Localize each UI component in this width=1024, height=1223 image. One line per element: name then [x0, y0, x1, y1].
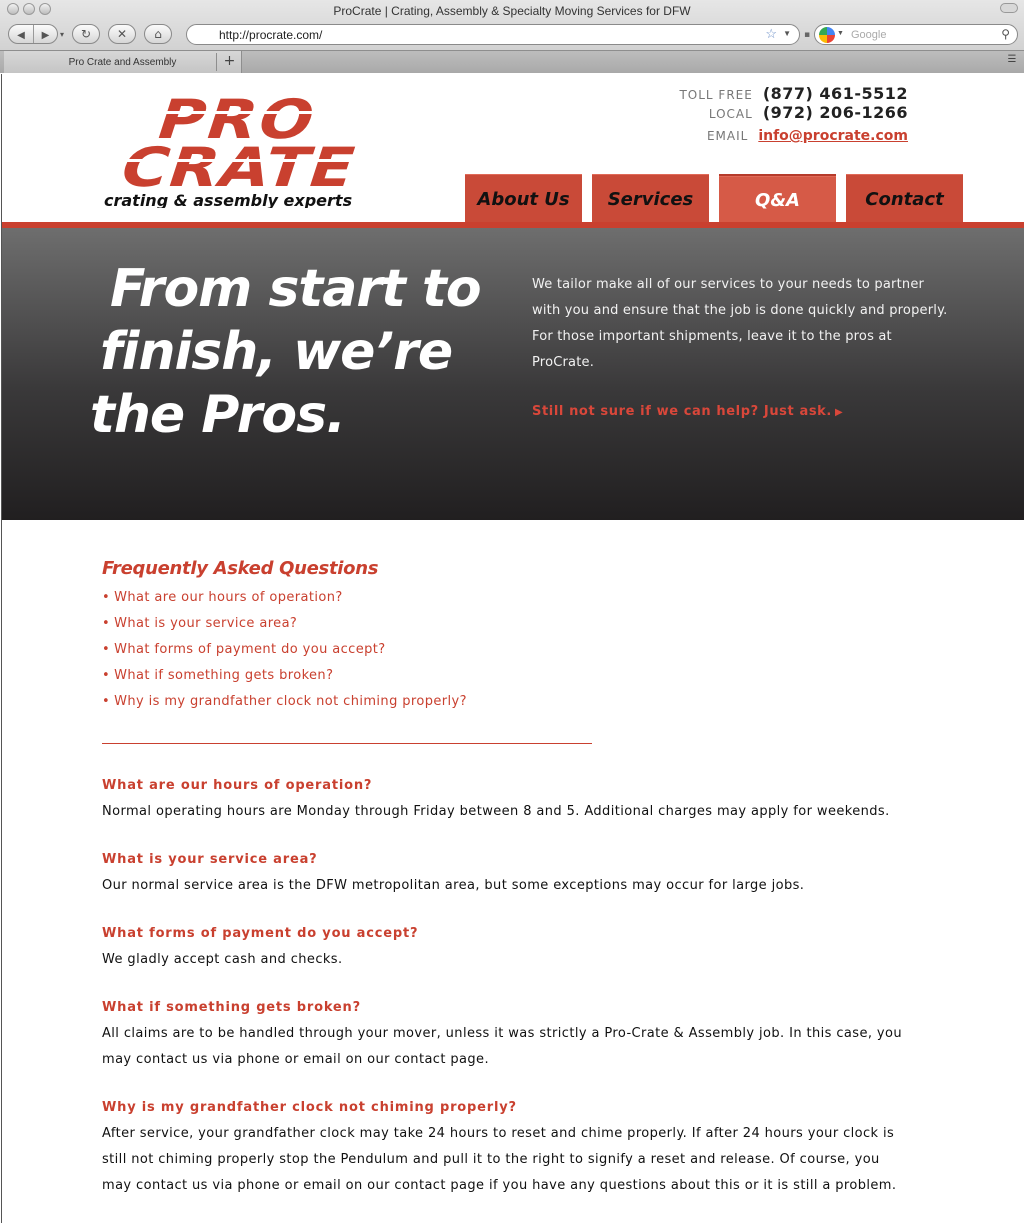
- local-row: LOCAL (972) 206-1266: [679, 103, 908, 122]
- main-navigation: About Us Services Q&A Contact: [465, 174, 963, 224]
- search-engine-separator: ▪: [804, 30, 811, 40]
- ask-link[interactable]: Still not sure if we can help? Just ask.…: [532, 404, 843, 419]
- history-dropdown-icon[interactable]: ▾: [60, 30, 64, 39]
- search-placeholder: Google: [851, 29, 887, 41]
- hero-banner: From start to finish, we’re the Pros. We…: [2, 228, 1024, 520]
- faq-question-heading: What are our hours of operation?: [102, 778, 373, 793]
- url-dropdown-icon[interactable]: ▼: [783, 29, 791, 38]
- faq-answer-text: After service, your grandfather clock ma…: [102, 1126, 897, 1193]
- faq-answer-text: Our normal service area is the DFW metro…: [102, 878, 805, 893]
- home-icon[interactable]: ⌂: [144, 24, 173, 44]
- web-page: PRO CRATE crating & assembly experts TOL…: [1, 74, 1024, 1223]
- faq-link-text: What forms of payment do you accept?: [114, 642, 386, 657]
- search-icon[interactable]: ⚲: [1001, 27, 1010, 41]
- faq-answer-block: What forms of payment do you accept? We …: [102, 925, 922, 973]
- hero-title-line1: From start to: [110, 259, 482, 319]
- faq-content: Frequently Asked Questions • What are our…: [102, 558, 922, 1199]
- contact-info: TOLL FREE (877) 461-5512 LOCAL (972) 206…: [679, 84, 908, 147]
- email-link[interactable]: info@procrate.com: [758, 128, 908, 144]
- new-tab-button[interactable]: +: [216, 53, 242, 71]
- nav-services[interactable]: Services: [592, 174, 709, 224]
- faq-answer-text: We gladly accept cash and checks.: [102, 952, 343, 967]
- tab-bar: Pro Crate and Assembly + ☰: [0, 50, 1024, 73]
- faq-answer-block: What are our hours of operation? Normal …: [102, 777, 922, 825]
- nav-qa[interactable]: Q&A: [719, 174, 836, 224]
- local-number[interactable]: (972) 206-1266: [763, 103, 908, 122]
- logo-stripe: [143, 111, 343, 114]
- logo-stripe: [121, 159, 371, 162]
- address-bar[interactable]: http://procrate.com/ ☆ ▼: [186, 24, 800, 45]
- tab-title: Pro Crate and Assembly: [68, 57, 177, 68]
- hero-title-line3: the Pros.: [90, 385, 346, 445]
- window-title: ProCrate | Crating, Assembly & Specialty…: [333, 4, 691, 18]
- faq-answer-text: All claims are to be handled through you…: [102, 1026, 902, 1067]
- bullet-icon: •: [102, 642, 111, 657]
- back-forward-group: ◀ ▶: [8, 24, 58, 44]
- back-icon[interactable]: ◀: [9, 25, 33, 43]
- hero-title-line2: finish, we’re: [100, 322, 453, 382]
- nav-about-us[interactable]: About Us: [465, 174, 582, 224]
- email-label: EMAIL: [706, 129, 749, 143]
- search-field[interactable]: ▼ Google ⚲: [814, 24, 1018, 45]
- url-text: http://procrate.com/: [219, 28, 323, 42]
- hero-title: From start to finish, we’re the Pros.: [90, 258, 490, 447]
- browser-nav-buttons: ◀ ▶ ▾ ↻ ✕ ⌂: [8, 24, 173, 44]
- local-label: LOCAL: [708, 107, 753, 121]
- faq-answer-block: What is your service area? Our normal se…: [102, 851, 922, 899]
- faq-answer-block: What if something gets broken? All claim…: [102, 999, 922, 1073]
- email-row: EMAIL info@procrate.com: [679, 128, 908, 147]
- logo-graphic: PRO CRATE crating & assembly experts: [104, 89, 371, 208]
- bullet-icon: •: [102, 668, 111, 683]
- google-icon[interactable]: [819, 27, 835, 43]
- faq-link[interactable]: • What forms of payment do you accept?: [102, 637, 922, 663]
- tab-menu-icon[interactable]: ☰: [1004, 54, 1020, 70]
- ask-link-text: Still not sure if we can help? Just ask.: [532, 404, 832, 419]
- bullet-icon: •: [102, 694, 111, 709]
- nav-contact[interactable]: Contact: [846, 174, 963, 224]
- faq-question-heading: What is your service area?: [102, 852, 318, 867]
- bullet-icon: •: [102, 590, 111, 605]
- faq-answer-text: Normal operating hours are Monday throug…: [102, 804, 890, 819]
- faq-answer-block: Why is my grandfather clock not chiming …: [102, 1099, 922, 1199]
- reload-icon[interactable]: ↻: [72, 24, 101, 44]
- toll-free-number[interactable]: (877) 461-5512: [763, 84, 908, 103]
- forward-icon[interactable]: ▶: [33, 25, 57, 43]
- faq-question-heading: What forms of payment do you accept?: [102, 926, 419, 941]
- faq-link-text: Why is my grandfather clock not chiming …: [114, 694, 467, 709]
- logo-tagline: crating & assembly experts: [104, 191, 352, 208]
- procrate-logo[interactable]: PRO CRATE crating & assembly experts: [103, 88, 393, 208]
- hero-description: We tailor make all of our services to yo…: [532, 277, 948, 370]
- faq-question-heading: Why is my grandfather clock not chiming …: [102, 1100, 517, 1115]
- faq-link-text: What is your service area?: [114, 616, 298, 631]
- browser-tab[interactable]: Pro Crate and Assembly: [4, 51, 242, 73]
- toolbar-toggle-icon[interactable]: [1000, 3, 1018, 13]
- bullet-icon: •: [102, 616, 111, 631]
- browser-chrome: ProCrate | Crating, Assembly & Specialty…: [0, 0, 1024, 73]
- stop-icon[interactable]: ✕: [108, 24, 137, 44]
- faq-link[interactable]: • What is your service area?: [102, 611, 922, 637]
- faq-link-text: What if something gets broken?: [114, 668, 334, 683]
- bookmark-star-icon[interactable]: ☆: [765, 26, 777, 42]
- arrow-right-icon: ▶: [834, 407, 844, 418]
- faq-link[interactable]: • What if something gets broken?: [102, 663, 922, 689]
- search-engine-dropdown-icon[interactable]: ▼: [837, 30, 844, 37]
- toll-free-label: TOLL FREE: [679, 88, 753, 102]
- faq-divider: [102, 743, 592, 744]
- faq-link-text: What are our hours of operation?: [114, 590, 343, 605]
- faq-question-heading: What if something gets broken?: [102, 1000, 361, 1015]
- faq-question-list: • What are our hours of operation? • What …: [102, 585, 922, 715]
- toll-free-row: TOLL FREE (877) 461-5512: [679, 84, 908, 103]
- faq-title: Frequently Asked Questions: [102, 558, 379, 579]
- faq-link[interactable]: • Why is my grandfather clock not chiming…: [102, 689, 922, 715]
- faq-link[interactable]: • What are our hours of operation?: [102, 585, 922, 611]
